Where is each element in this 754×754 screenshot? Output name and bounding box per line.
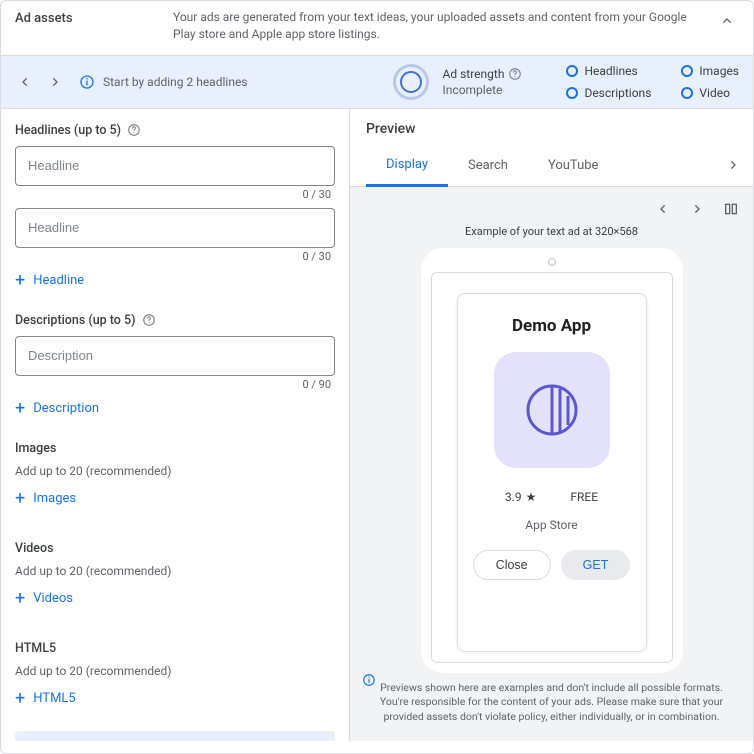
preview-next-button[interactable] [687, 199, 707, 219]
help-icon[interactable] [127, 123, 141, 137]
ad-strength-bar: Start by adding 2 headlines Ad strength … [1, 56, 753, 109]
info-icon [79, 74, 95, 90]
chevron-up-icon [719, 13, 735, 29]
headline-input-2[interactable] [15, 208, 335, 248]
headline-1-count: 0 / 30 [302, 188, 331, 201]
chevron-right-icon [47, 74, 63, 90]
preview-panel: Preview Display Search YouTube Example o… [349, 109, 753, 741]
tip-next-button[interactable] [45, 72, 65, 92]
description-input[interactable] [15, 336, 335, 376]
html5-hint: Add up to 20 (recommended) [15, 664, 335, 678]
preview-title: Preview [350, 109, 753, 145]
phone-mock: Demo App 3.9★ FREE [421, 248, 683, 673]
tab-youtube[interactable]: YouTube [528, 146, 619, 185]
preview-info-button[interactable] [362, 673, 376, 687]
chevron-left-icon [17, 74, 33, 90]
chevron-left-icon [655, 201, 671, 217]
help-icon[interactable] [508, 67, 522, 81]
star-icon: ★ [526, 490, 537, 504]
preview-grid-button[interactable] [721, 199, 741, 219]
phone-speaker-icon [548, 258, 556, 266]
check-images: Images [681, 64, 739, 78]
close-button[interactable]: Close [473, 550, 551, 580]
strength-checks: Headlines Images Descriptions Video [566, 64, 739, 100]
collapse-button[interactable] [715, 9, 739, 33]
videos-label: Videos [15, 541, 335, 556]
preview-footnote: Previews shown here are examples and don… [362, 673, 741, 729]
app-store-label: App Store [525, 518, 577, 532]
html5-notice: HTML5 size requirements are changing. As… [15, 731, 335, 741]
preview-caption: Example of your text ad at 320×568 [465, 225, 638, 238]
check-video: Video [681, 86, 739, 100]
tabs-next-button[interactable] [721, 153, 745, 177]
ad-assets-header: Ad assets Your ads are generated from yo… [1, 1, 753, 56]
app-price: FREE [570, 490, 598, 504]
header-subtitle: Your ads are generated from your text id… [173, 9, 697, 43]
header-title: Ad assets [15, 9, 155, 26]
info-icon [362, 673, 376, 687]
add-headline-button[interactable]: +Headline [15, 270, 335, 291]
add-videos-button[interactable]: +Videos [15, 588, 335, 609]
app-rating: 3.9★ [505, 490, 536, 504]
descriptions-label: Descriptions (up to 5) [15, 313, 335, 328]
images-hint: Add up to 20 (recommended) [15, 464, 335, 478]
chevron-right-icon [689, 201, 705, 217]
strength-status: Incomplete [443, 83, 523, 97]
check-descriptions: Descriptions [566, 86, 651, 100]
headline-2-count: 0 / 30 [302, 250, 331, 263]
help-icon[interactable] [142, 313, 156, 327]
videos-hint: Add up to 20 (recommended) [15, 564, 335, 578]
chevron-right-icon [725, 157, 741, 173]
app-name: Demo App [512, 316, 591, 336]
preview-tabs: Display Search YouTube [350, 145, 753, 187]
tip-text: Start by adding 2 headlines [103, 75, 248, 89]
assets-form: Headlines (up to 5) 0 / 30 0 / 30 +Headl… [1, 109, 349, 741]
tab-search[interactable]: Search [448, 146, 528, 185]
add-description-button[interactable]: +Description [15, 398, 335, 419]
preview-prev-button[interactable] [653, 199, 673, 219]
headline-input-1[interactable] [15, 146, 335, 186]
ad-card: Demo App 3.9★ FREE [457, 293, 647, 652]
tip-prev-button[interactable] [15, 72, 35, 92]
strength-meter-icon [393, 64, 429, 100]
app-logo-icon [524, 382, 580, 438]
description-count: 0 / 90 [302, 378, 331, 391]
check-headlines: Headlines [566, 64, 651, 78]
images-label: Images [15, 441, 335, 456]
add-html5-button[interactable]: +HTML5 [15, 688, 335, 709]
app-icon [494, 352, 610, 468]
add-images-button[interactable]: +Images [15, 488, 335, 509]
grid-icon [723, 201, 739, 217]
html5-label: HTML5 [15, 641, 335, 656]
strength-label: Ad strength [443, 67, 505, 81]
get-button[interactable]: GET [561, 550, 631, 580]
tab-display[interactable]: Display [366, 145, 448, 187]
headlines-label: Headlines (up to 5) [15, 123, 335, 138]
